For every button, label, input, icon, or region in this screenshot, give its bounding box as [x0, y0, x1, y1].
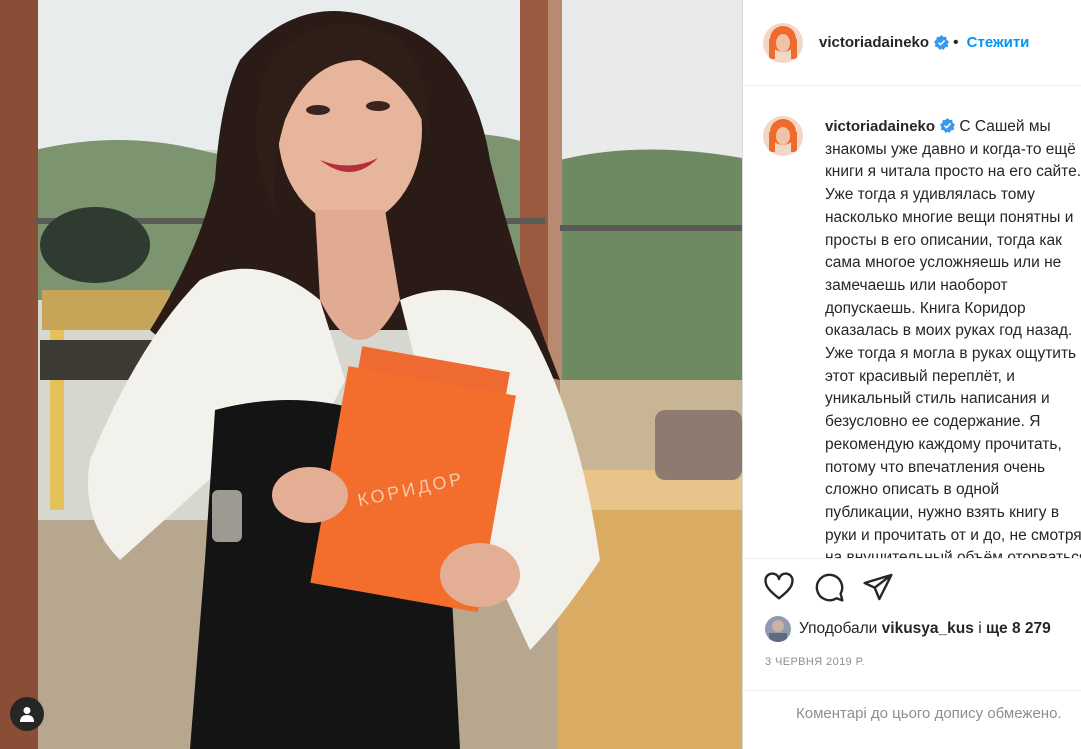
- post-date[interactable]: 3 ЧЕРВНЯ 2019 Р.: [765, 656, 865, 668]
- caption: victoriadaineko С Сашей мы знакомы уже д…: [763, 116, 1081, 558]
- likes-user-link[interactable]: vikusya_kus: [882, 620, 974, 638]
- comments-disabled-notice: Коментарі до цього допису обмежено.: [796, 705, 1062, 722]
- likes-connector: і: [978, 620, 982, 637]
- likes-prefix: Уподобали: [799, 620, 878, 637]
- tagged-people-button[interactable]: [10, 697, 44, 731]
- post-photo[interactable]: КОРИДОР: [0, 0, 742, 749]
- verified-badge-icon: [934, 35, 950, 50]
- author-avatar[interactable]: [763, 22, 803, 63]
- likes-count-link[interactable]: ще 8 279: [986, 620, 1051, 638]
- author-username[interactable]: victoriadaineko: [819, 34, 929, 51]
- post-photo-illustration: КОРИДОР: [0, 0, 742, 749]
- comment-icon[interactable]: [813, 571, 845, 603]
- verified-badge-icon: [940, 118, 956, 133]
- post-actions: Уподобали vikusya_kus і ще 8 279 3 ЧЕРВН…: [743, 558, 1081, 740]
- caption-body: С Сашей мы знакомы уже давно и когда-то …: [825, 118, 1081, 558]
- caption-author-avatar[interactable]: [763, 116, 803, 156]
- post-sidebar: victoriadaineko • Стежити victoriadainek…: [742, 0, 1081, 749]
- liker-avatar[interactable]: [765, 616, 791, 642]
- comments-divider: [743, 690, 1081, 691]
- caption-username[interactable]: victoriadaineko: [825, 118, 935, 135]
- post-header: victoriadaineko • Стежити: [743, 0, 1081, 86]
- caption-text: victoriadaineko С Сашей мы знакомы уже д…: [825, 116, 1081, 558]
- likes-summary: Уподобали vikusya_kus і ще 8 279: [765, 616, 1051, 642]
- follow-button[interactable]: Стежити: [967, 34, 1030, 51]
- heart-icon[interactable]: [763, 571, 795, 603]
- caption-scroll-area[interactable]: victoriadaineko С Сашей мы знакомы уже д…: [743, 86, 1081, 558]
- post-container: КОРИДОР victoriadaineko • Стежити victor…: [0, 0, 1081, 749]
- person-tag-icon: [20, 707, 34, 722]
- paper-plane-icon[interactable]: [862, 571, 894, 603]
